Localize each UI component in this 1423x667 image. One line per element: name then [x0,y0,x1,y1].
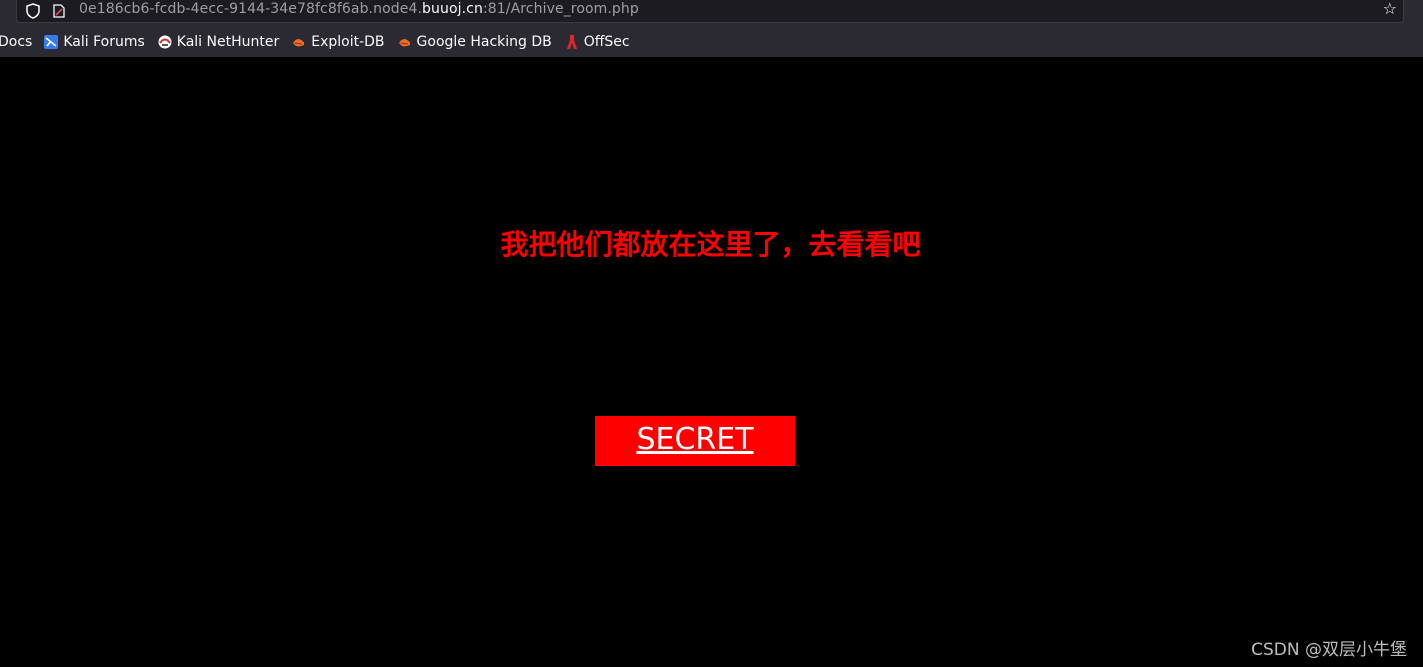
bookmark-kali-forums[interactable]: Kali Forums [43,34,145,50]
bookmark-label: Kali Forums [63,34,145,50]
kali-forums-icon [44,35,59,49]
page-headline: 我把他们都放在这里了，去看看吧 [500,228,921,261]
bookmark-star-icon[interactable]: ☆ [1383,1,1397,17]
kali-nethunter-icon [158,35,172,49]
google-hacking-db-icon [398,39,410,47]
address-bar[interactable]: 0e186cb6-fcdb-4ecc-9144-34e78fc8f6ab.nod… [16,0,1404,23]
page-content: 我把他们都放在这里了，去看看吧 SECRET CSDN @双层小牛堡 [0,57,1423,667]
bookmarks-bar: Docs Kali Forums Kali NetHunter Exploit-… [0,31,642,53]
bookmark-label: OffSec [583,34,630,50]
secret-link-button[interactable]: SECRET [595,416,795,466]
bookmark-offsec[interactable]: OffSec [564,34,630,50]
bookmark-label: Kali NetHunter [176,34,280,50]
page-security-icon[interactable] [53,4,65,18]
bookmark-label: Google Hacking DB [416,34,552,50]
bookmark-kali-nethunter[interactable]: Kali NetHunter [157,34,279,50]
csdn-watermark: CSDN @双层小牛堡 [1251,640,1407,660]
exploit-db-icon [293,39,305,47]
shield-icon[interactable] [26,3,40,19]
bookmark-docs[interactable]: Docs [0,34,32,50]
url-text[interactable]: 0e186cb6-fcdb-4ecc-9144-34e78fc8f6ab.nod… [79,1,639,17]
bookmark-label: Docs [0,34,33,50]
bookmark-exploit-db[interactable]: Exploit-DB [291,34,385,50]
bookmark-google-hacking-db[interactable]: Google Hacking DB [397,34,552,50]
offsec-icon [566,35,577,49]
bookmark-label: Exploit-DB [311,34,385,50]
browser-toolbar: 0e186cb6-fcdb-4ecc-9144-34e78fc8f6ab.nod… [0,0,1423,57]
